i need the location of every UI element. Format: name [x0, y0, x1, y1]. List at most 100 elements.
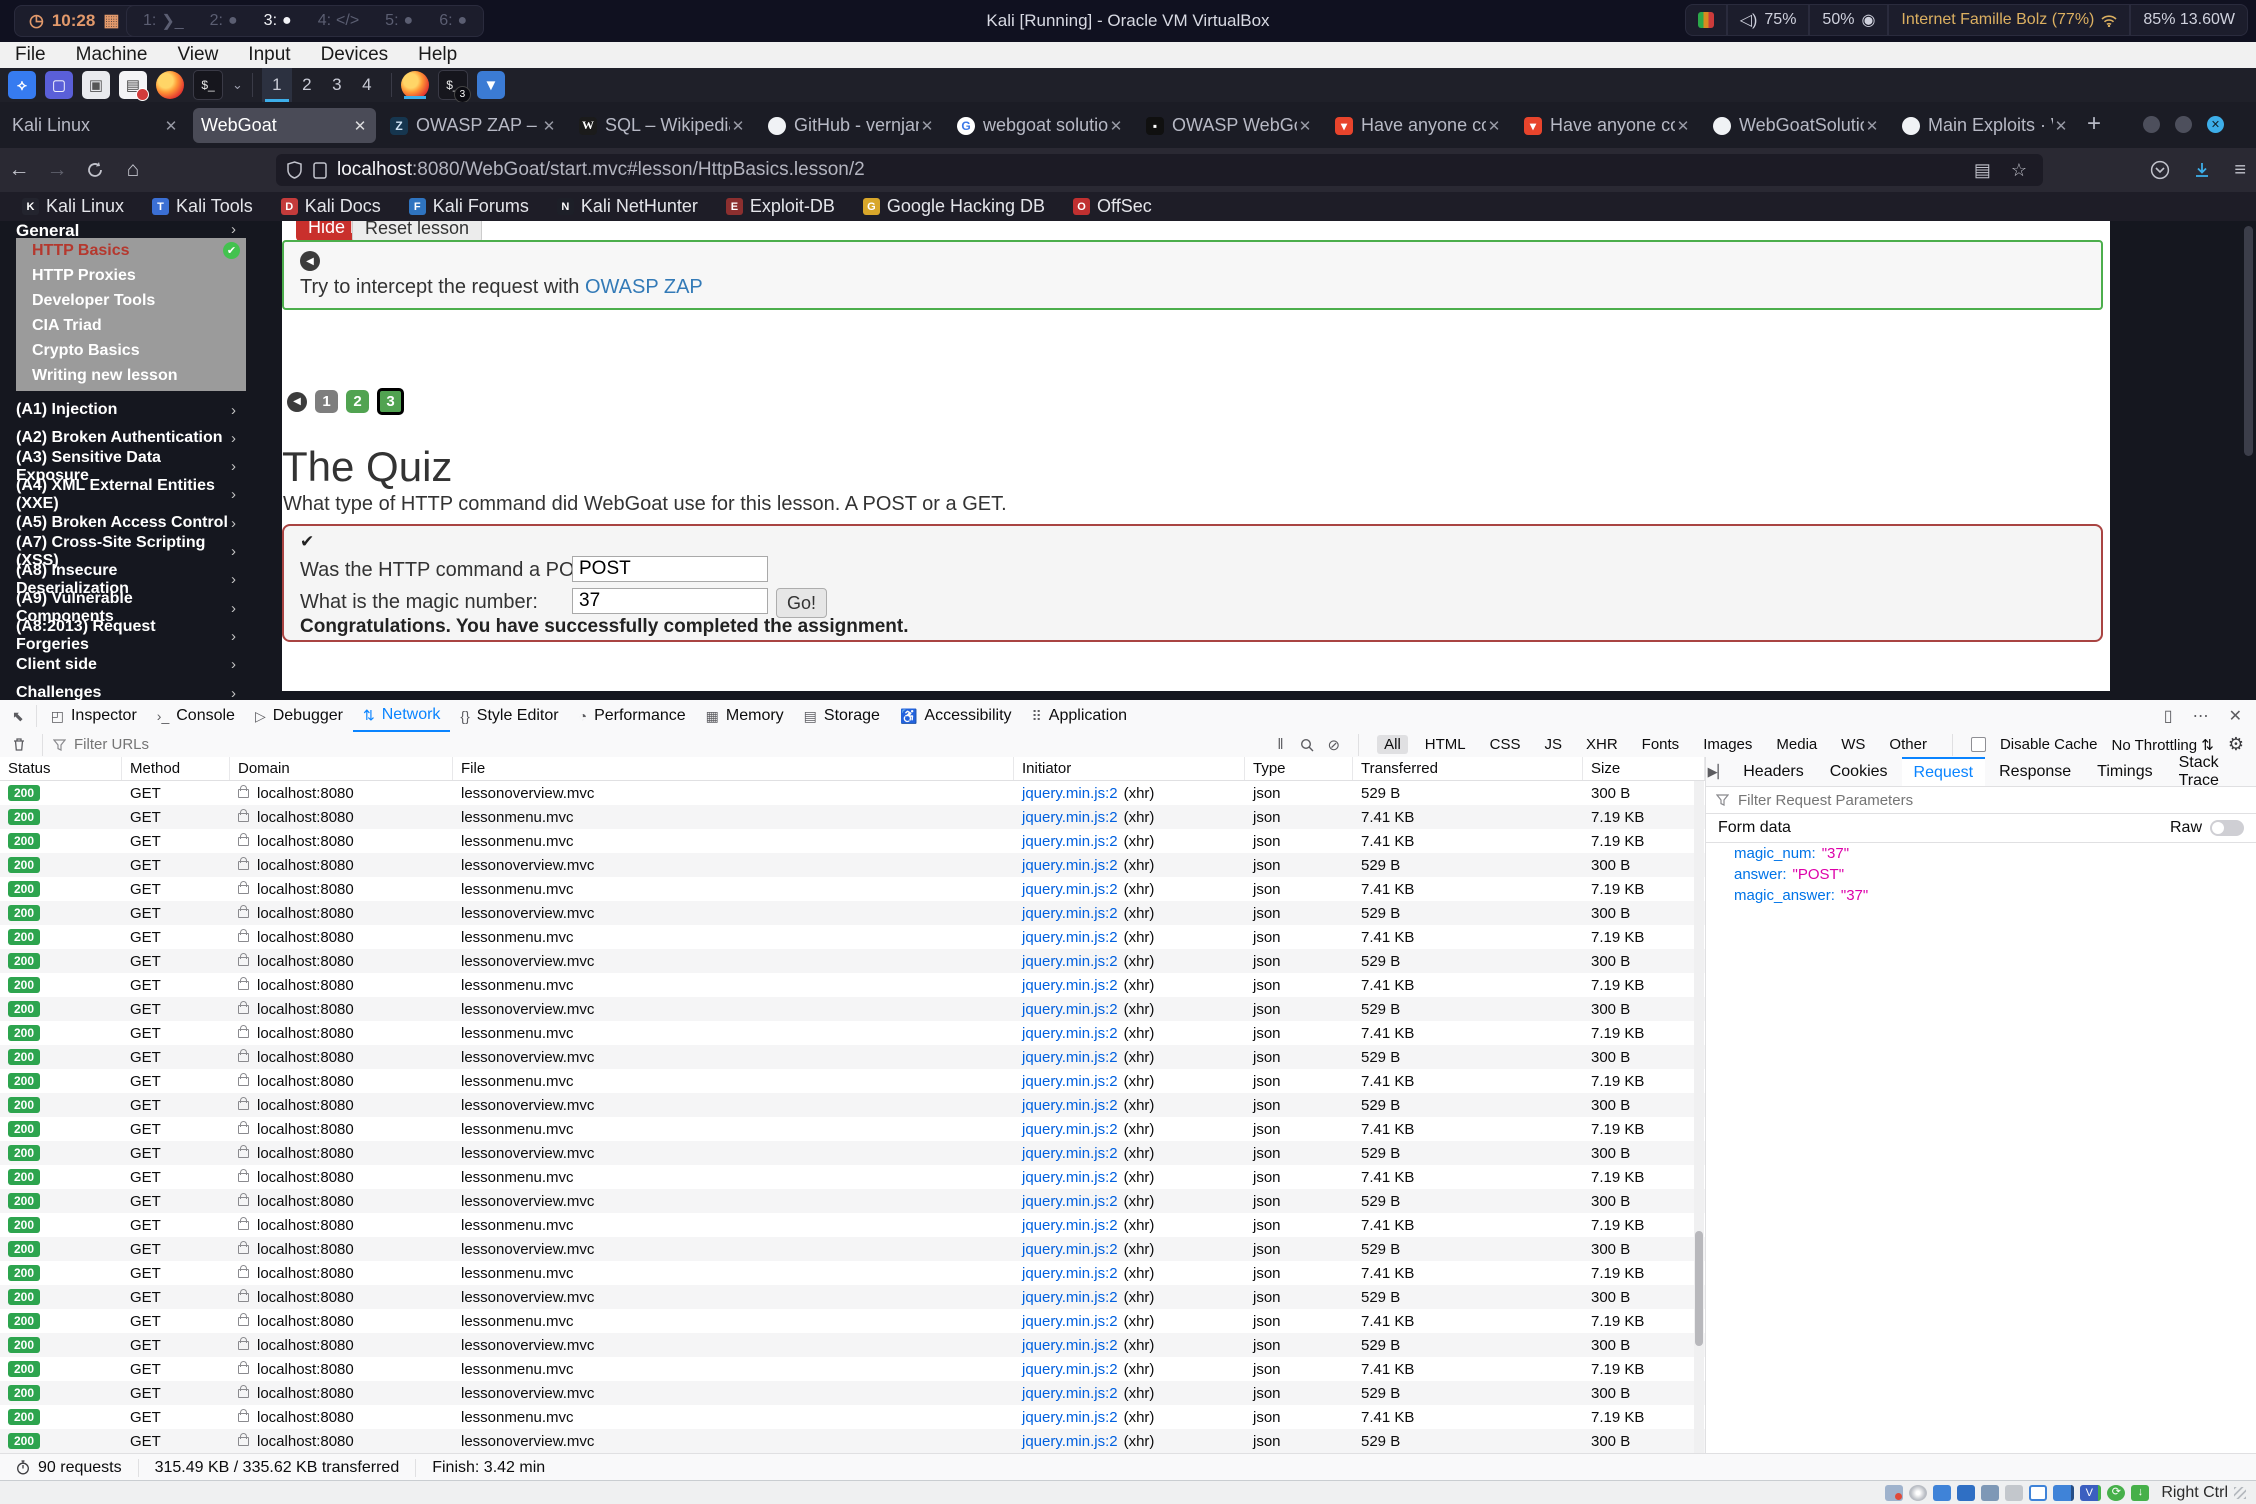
form-data-param[interactable]: magic_num:"37": [1706, 843, 2256, 864]
firefox-launcher-icon[interactable]: [156, 71, 184, 99]
browser-tab[interactable]: ▾Have anyone comple✕: [1516, 108, 1699, 143]
initiator-link[interactable]: jquery.min.js:2: [1022, 905, 1118, 922]
browser-tab[interactable]: ▪OWASP WebGoat: G✕: [1138, 108, 1321, 143]
browser-tab[interactable]: Main Exploits · WebG✕: [1894, 108, 2077, 143]
initiator-link[interactable]: jquery.min.js:2: [1022, 1145, 1118, 1162]
url-text[interactable]: localhost:8080/WebGoat/start.mvc#lesson/…: [337, 159, 865, 181]
network-row[interactable]: 200GETlocalhost:8080lessonmenu.mvcjquery…: [0, 1261, 1705, 1285]
column-header-domain[interactable]: Domain: [230, 757, 453, 780]
initiator-link[interactable]: jquery.min.js:2: [1022, 1001, 1118, 1018]
search-icon[interactable]: [1300, 738, 1314, 752]
throttling-dropdown[interactable]: No Throttling ⇅: [2112, 736, 2214, 754]
vb-menu-input[interactable]: Input: [233, 42, 305, 68]
sidebar-lesson-item[interactable]: HTTP Basics: [32, 238, 246, 263]
devtools-tab-inspector[interactable]: ◰Inspector: [41, 700, 147, 732]
menu-hamburger-icon[interactable]: ≡: [2234, 159, 2246, 182]
network-row[interactable]: 200GETlocalhost:8080lessonoverview.mvcjq…: [0, 853, 1705, 877]
page-button-2[interactable]: 2: [346, 390, 369, 413]
request-tab-request[interactable]: Request: [1902, 757, 1986, 786]
initiator-link[interactable]: jquery.min.js:2: [1022, 1121, 1118, 1138]
form-data-param[interactable]: magic_answer:"37": [1706, 885, 2256, 906]
bookmark-item[interactable]: NKali NetHunter: [557, 196, 698, 217]
devtools-tab-debugger[interactable]: ▷Debugger: [245, 700, 353, 732]
taskbar-workspace-3[interactable]: 3: [322, 68, 352, 102]
tab-close-icon[interactable]: ✕: [163, 117, 179, 135]
vb-menu-file[interactable]: File: [0, 42, 61, 68]
filter-chip-xhr[interactable]: XHR: [1579, 735, 1625, 754]
column-header-size[interactable]: Size: [1583, 757, 1705, 780]
terminal-launcher-icon[interactable]: $_: [193, 70, 223, 100]
network-row[interactable]: 200GETlocalhost:8080lessonmenu.mvcjquery…: [0, 1213, 1705, 1237]
network-row[interactable]: 200GETlocalhost:8080lessonoverview.mvcjq…: [0, 1141, 1705, 1165]
network-row[interactable]: 200GETlocalhost:8080lessonmenu.mvcjquery…: [0, 877, 1705, 901]
network-row[interactable]: 200GETlocalhost:8080lessonmenu.mvcjquery…: [0, 1117, 1705, 1141]
initiator-link[interactable]: jquery.min.js:2: [1022, 1193, 1118, 1210]
network-row[interactable]: 200GETlocalhost:8080lessonmenu.mvcjquery…: [0, 805, 1705, 829]
reader-mode-icon[interactable]: ▤: [1974, 160, 1991, 181]
devtools-tab-storage[interactable]: ▤Storage: [794, 700, 890, 732]
initiator-link[interactable]: jquery.min.js:2: [1022, 1217, 1118, 1234]
vb-menu-view[interactable]: View: [162, 42, 233, 68]
initiator-link[interactable]: jquery.min.js:2: [1022, 1289, 1118, 1306]
initiator-link[interactable]: jquery.min.js:2: [1022, 1049, 1118, 1066]
vbox-tray-icon[interactable]: [1685, 4, 1727, 36]
page-info-icon[interactable]: [313, 162, 327, 179]
initiator-link[interactable]: jquery.min.js:2: [1022, 1025, 1118, 1042]
vb-menu-devices[interactable]: Devices: [306, 42, 404, 68]
bookmark-item[interactable]: FKali Forums: [409, 196, 529, 217]
tab-close-icon[interactable]: ✕: [919, 117, 935, 135]
column-header-initiator[interactable]: Initiator: [1014, 757, 1245, 780]
block-requests-icon[interactable]: ⊘: [1328, 736, 1341, 754]
bookmark-item[interactable]: GGoogle Hacking DB: [863, 196, 1045, 217]
optical-drive-icon[interactable]: [1909, 1485, 1927, 1501]
show-desktop-icon[interactable]: ▢: [45, 71, 73, 99]
initiator-link[interactable]: jquery.min.js:2: [1022, 1313, 1118, 1330]
filter-urls-input[interactable]: [72, 735, 316, 754]
clear-requests-icon[interactable]: [0, 737, 38, 752]
back-button[interactable]: ←: [0, 158, 38, 182]
devtools-tab-accessibility[interactable]: ♿Accessibility: [890, 700, 1022, 732]
text-editor-icon[interactable]: ▤: [119, 71, 147, 99]
tab-close-icon[interactable]: ✕: [2053, 117, 2069, 135]
network-row[interactable]: 200GETlocalhost:8080lessonoverview.mvcjq…: [0, 781, 1705, 805]
sidebar-lesson-item[interactable]: Developer Tools: [32, 288, 246, 313]
tab-close-icon[interactable]: ✕: [541, 117, 557, 135]
devtools-tab-memory[interactable]: ▦Memory: [696, 700, 794, 732]
column-header-transferred[interactable]: Transferred: [1353, 757, 1583, 780]
recording-icon[interactable]: [2053, 1485, 2074, 1501]
initiator-link[interactable]: jquery.min.js:2: [1022, 1361, 1118, 1378]
close-window-button[interactable]: ✕: [2207, 116, 2224, 133]
sidebar-category-item[interactable]: Challenges›: [16, 679, 246, 700]
bookmark-item[interactable]: EExploit-DB: [726, 196, 835, 217]
browser-tab[interactable]: ZOWASP ZAP – ZAP in✕: [382, 108, 565, 143]
network-row[interactable]: 200GETlocalhost:8080lessonmenu.mvcjquery…: [0, 1069, 1705, 1093]
form-data-param[interactable]: answer:"POST": [1706, 864, 2256, 885]
tab-close-icon[interactable]: ✕: [1864, 117, 1880, 135]
network-row[interactable]: 200GETlocalhost:8080lessonmenu.mvcjquery…: [0, 1405, 1705, 1429]
disable-cache-label[interactable]: Disable Cache: [2000, 736, 2098, 753]
request-tab-response[interactable]: Response: [1987, 757, 2083, 786]
initiator-link[interactable]: jquery.min.js:2: [1022, 1433, 1118, 1450]
network-row[interactable]: 200GETlocalhost:8080lessonmenu.mvcjquery…: [0, 829, 1705, 853]
network-row[interactable]: 200GETlocalhost:8080lessonmenu.mvcjquery…: [0, 1165, 1705, 1189]
network-row[interactable]: 200GETlocalhost:8080lessonmenu.mvcjquery…: [0, 1357, 1705, 1381]
network-row[interactable]: 200GETlocalhost:8080lessonmenu.mvcjquery…: [0, 1021, 1705, 1045]
tab-close-icon[interactable]: ✕: [1108, 117, 1124, 135]
usb-icon[interactable]: [1981, 1485, 1999, 1501]
network-list-scrollbar[interactable]: [1694, 781, 1704, 1453]
form-data-section-header[interactable]: Form data Raw: [1706, 814, 2256, 843]
new-tab-button[interactable]: +: [2079, 110, 2109, 138]
shield-icon[interactable]: [286, 161, 303, 179]
pause-traffic-icon[interactable]: ‖: [1277, 736, 1285, 753]
pick-element-icon[interactable]: ⬉: [0, 700, 32, 732]
downloads-icon[interactable]: [2192, 160, 2212, 180]
go-button[interactable]: Go!: [776, 588, 827, 618]
volume-indicator[interactable]: ◁) 75%: [1727, 4, 1810, 36]
column-header-method[interactable]: Method: [122, 757, 230, 780]
tab-close-icon[interactable]: ✕: [1297, 117, 1313, 135]
shared-folders-icon[interactable]: [2005, 1485, 2023, 1501]
initiator-link[interactable]: jquery.min.js:2: [1022, 785, 1118, 802]
initiator-link[interactable]: jquery.min.js:2: [1022, 1241, 1118, 1258]
network-row[interactable]: 200GETlocalhost:8080lessonoverview.mvcjq…: [0, 1429, 1705, 1453]
kali-menu-button[interactable]: ⟡: [8, 71, 36, 99]
